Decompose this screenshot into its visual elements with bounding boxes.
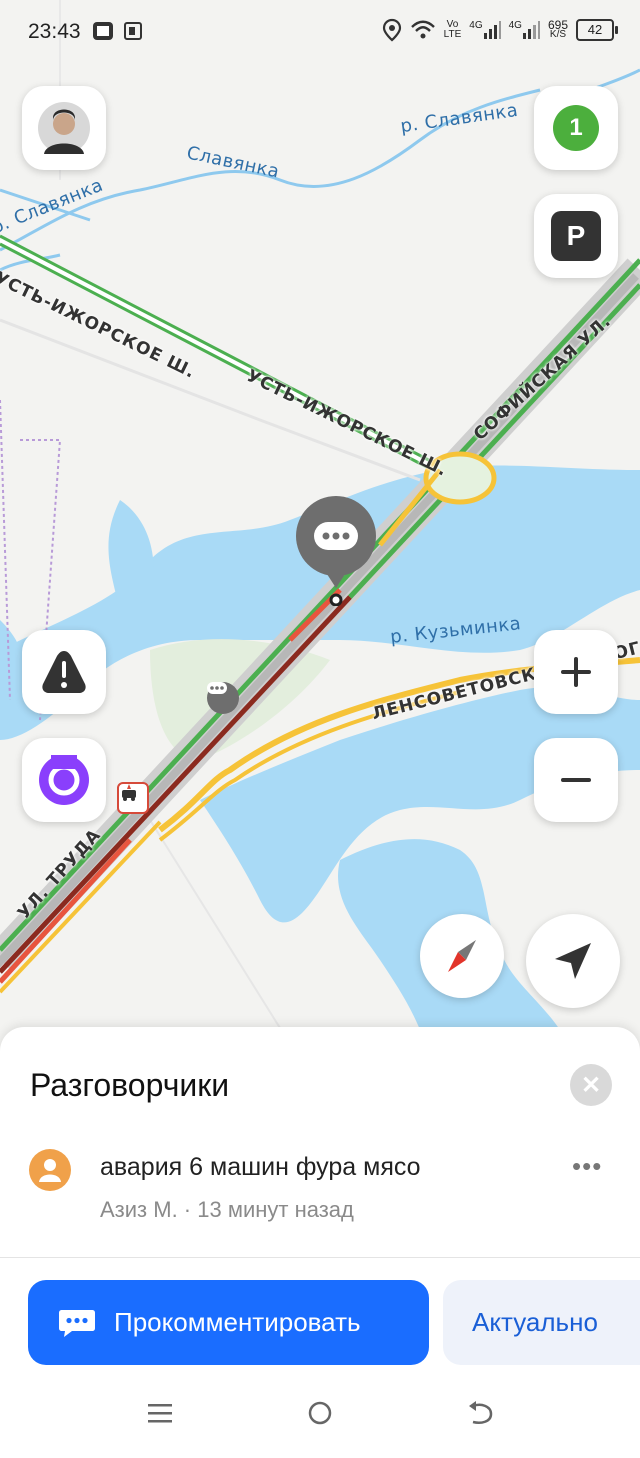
comment-icon [59, 1309, 95, 1337]
location-icon [382, 18, 401, 42]
zoom-out-button[interactable] [534, 738, 618, 822]
warning-icon [42, 651, 86, 693]
status-time: 23:43 [28, 20, 81, 43]
layers-button[interactable]: 1 [534, 86, 618, 170]
more-options-icon[interactable]: ••• [572, 1151, 602, 1182]
back-icon[interactable] [467, 1400, 493, 1426]
divider [0, 1257, 640, 1258]
menu-icon[interactable] [147, 1400, 173, 1426]
accident-icon[interactable] [117, 782, 149, 814]
small-comment-marker[interactable] [207, 682, 239, 714]
close-icon: ✕ [580, 1071, 602, 1099]
traffic-score-badge: 1 [553, 105, 599, 151]
status-speed-unit: K/S [549, 29, 567, 40]
battery-indicator: 42 [576, 19, 618, 41]
parking-button[interactable]: P [534, 194, 618, 278]
navigation-arrow-icon [555, 943, 591, 979]
my-location-button[interactable] [526, 914, 620, 1008]
sheet-title: Разговорчики [30, 1067, 230, 1103]
alice-icon [39, 755, 89, 805]
comment-meta: Азиз М. · 13 минут назад [100, 1197, 354, 1222]
status-lte: LTE [443, 29, 462, 40]
close-button[interactable]: ✕ [570, 1064, 612, 1106]
add-comment-button[interactable]: Прокомментировать [28, 1280, 429, 1365]
add-comment-label: Прокомментировать [114, 1307, 361, 1337]
report-event-button[interactable] [22, 630, 106, 714]
user-avatar-icon [29, 1149, 71, 1191]
comment-item[interactable]: авария 6 машин фура мясо Азиз М. · 13 ми… [0, 1137, 640, 1247]
zoom-in-button[interactable] [534, 630, 618, 714]
compass-button[interactable] [420, 914, 504, 998]
alice-assistant-button[interactable] [22, 738, 106, 822]
avatar [38, 102, 90, 154]
minus-icon [561, 778, 591, 782]
status-4g: 4G [508, 20, 522, 31]
status-bar: 23:43 Vo LTE 4G 4G 695 K/S 42 [0, 0, 640, 64]
signal-icon: 4G [509, 21, 540, 39]
notification-app-icon [124, 22, 142, 40]
wifi-icon [410, 20, 435, 39]
comment-text: авария 6 машин фура мясо [100, 1153, 421, 1181]
actual-label: Актуально [472, 1307, 598, 1337]
plus-icon [561, 657, 591, 687]
profile-button[interactable] [22, 86, 106, 170]
compass-icon [448, 940, 476, 972]
parking-icon: P [551, 211, 601, 261]
notification-app-icon [93, 22, 113, 40]
system-nav-bar [0, 1390, 640, 1458]
signal-icon: 4G [469, 20, 501, 39]
status-4g: 4G [469, 20, 483, 31]
actual-button[interactable]: Актуально [443, 1280, 640, 1365]
home-icon[interactable] [307, 1400, 333, 1426]
